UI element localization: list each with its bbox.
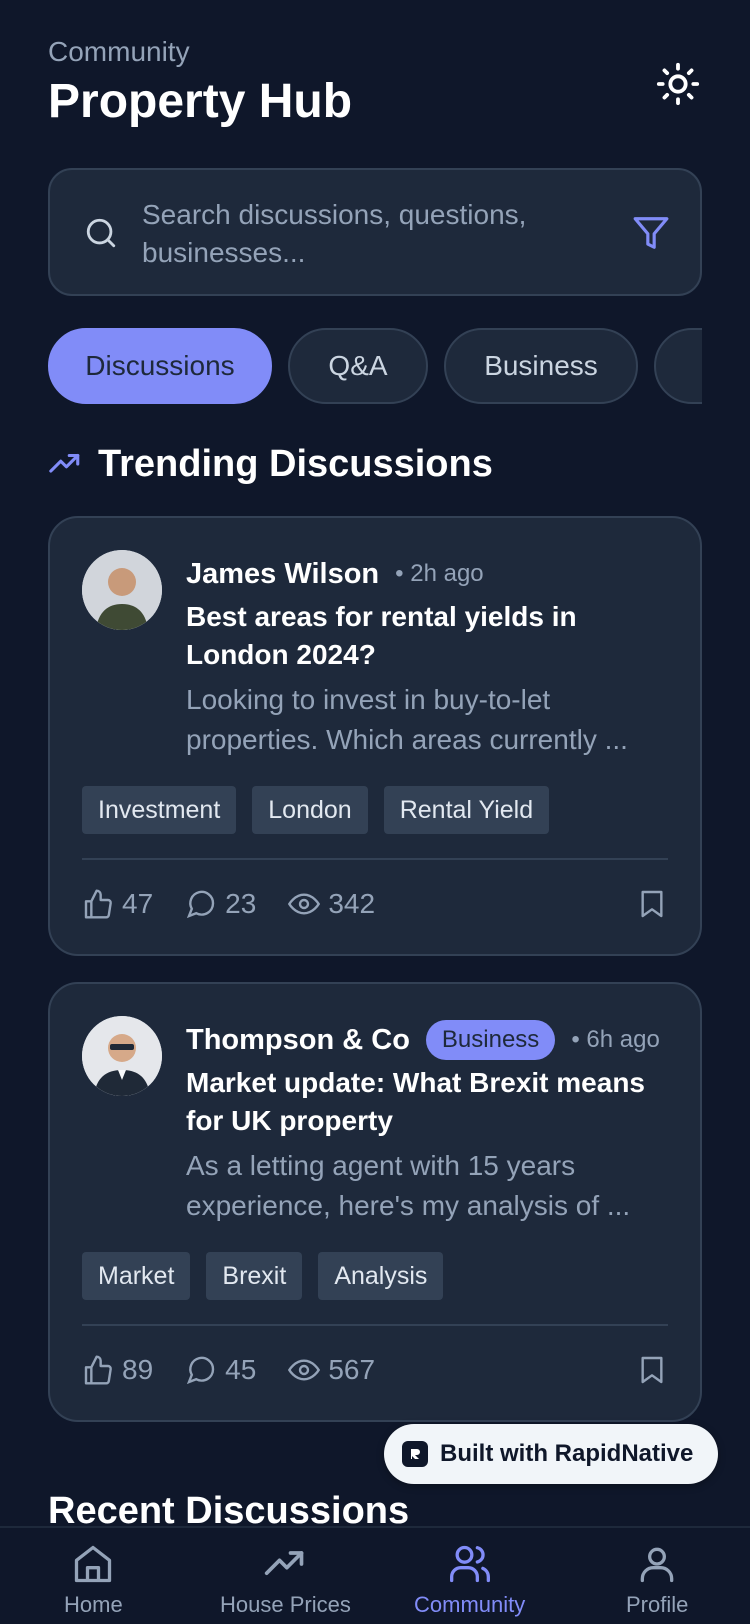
bottom-nav: Home House Prices Community Profile: [0, 1526, 750, 1624]
theme-toggle-button[interactable]: [654, 60, 702, 108]
post-title[interactable]: Best areas for rental yields in London 2…: [186, 598, 670, 674]
page-title: Property Hub: [48, 75, 353, 128]
nav-house-prices[interactable]: House Prices: [220, 1542, 351, 1618]
view-count: 342: [328, 888, 376, 919]
tab-business[interactable]: Business: [444, 328, 638, 404]
avatar[interactable]: [82, 1016, 162, 1096]
post-tags: Market Brexit Analysis: [82, 1252, 444, 1300]
tag[interactable]: Analysis: [318, 1252, 444, 1300]
nav-house-prices-label: House Prices: [220, 1592, 351, 1617]
like-button[interactable]: 47: [82, 888, 153, 920]
tab-qa[interactable]: Q&A: [288, 328, 428, 404]
tag[interactable]: London: [252, 786, 368, 834]
category-tabs: Discussions Q&A Business: [48, 328, 702, 404]
views-stat: 567: [288, 1354, 375, 1386]
trending-up-icon: [49, 453, 80, 473]
post-tags: Investment London Rental Yield: [82, 786, 550, 834]
tab-discussions[interactable]: Discussions: [48, 328, 272, 404]
post-title[interactable]: Market update: What Brexit means for UK …: [186, 1064, 670, 1140]
tag[interactable]: Market: [82, 1252, 191, 1300]
search-bar[interactable]: Search discussions, questions, businesse…: [48, 168, 702, 296]
comment-count: 23: [225, 888, 257, 919]
nav-home-label: Home: [64, 1592, 123, 1617]
tag[interactable]: Investment: [82, 786, 237, 834]
post-stats: 47 23 342: [82, 884, 668, 924]
sun-icon: [656, 62, 700, 106]
like-button[interactable]: 89: [82, 1354, 153, 1386]
nav-community[interactable]: Community: [414, 1542, 525, 1618]
home-icon: [75, 1545, 112, 1583]
post-meta: Thompson & Co Business • 6h ago: [186, 1020, 660, 1060]
built-with-label: Built with RapidNative: [440, 1440, 694, 1467]
trending-section-header: Trending Discussions: [48, 438, 493, 490]
search-input[interactable]: Search discussions, questions, businesse…: [142, 196, 562, 272]
filter-icon[interactable]: [632, 214, 670, 252]
post-meta: James Wilson • 2h ago: [186, 554, 484, 594]
post-excerpt: Looking to invest in buy-to-let properti…: [186, 684, 628, 755]
rapidnative-logo-icon: [402, 1441, 428, 1467]
post-excerpt: As a letting agent with 15 years experie…: [186, 1150, 631, 1221]
search-icon: [86, 218, 116, 248]
like-count: 47: [122, 888, 154, 919]
comment-count: 45: [225, 1354, 257, 1385]
post-stats: 89 45 567: [82, 1350, 668, 1390]
view-count: 567: [328, 1354, 376, 1385]
card-divider: [82, 1324, 668, 1326]
avatar[interactable]: [82, 550, 162, 630]
tag[interactable]: Rental Yield: [383, 786, 550, 834]
thumbs-up-icon: [84, 889, 112, 919]
thumbs-up-icon: [84, 1355, 112, 1385]
page-header: Community Property Hub: [48, 34, 702, 134]
comment-button[interactable]: 45: [185, 1354, 256, 1386]
nav-home[interactable]: Home: [64, 1542, 123, 1618]
views-stat: 342: [288, 888, 375, 920]
business-badge: Business: [425, 1020, 556, 1060]
card-divider: [82, 858, 668, 860]
discussion-card[interactable]: James Wilson • 2h ago Best areas for ren…: [48, 516, 702, 956]
eye-icon: [288, 1359, 321, 1381]
nav-profile-label: Profile: [626, 1592, 689, 1617]
author-name[interactable]: James Wilson: [186, 558, 379, 591]
users-icon: [449, 1545, 490, 1583]
nav-community-label: Community: [414, 1592, 526, 1617]
post-time: • 2h ago: [395, 560, 484, 587]
tab-more[interactable]: [654, 328, 702, 404]
discussion-card[interactable]: Thompson & Co Business • 6h ago Market u…: [48, 982, 702, 1422]
comment-button[interactable]: 23: [185, 888, 256, 920]
eye-icon: [288, 893, 321, 915]
bookmark-icon[interactable]: [636, 1354, 668, 1386]
post-time: • 6h ago: [571, 1026, 660, 1053]
nav-profile[interactable]: Profile: [626, 1542, 688, 1618]
trending-icon: [265, 1551, 304, 1575]
bookmark-icon[interactable]: [636, 888, 668, 920]
author-name[interactable]: Thompson & Co: [186, 1024, 410, 1057]
comment-icon: [187, 890, 215, 919]
page-eyebrow: Community: [48, 36, 190, 67]
like-count: 89: [122, 1354, 154, 1385]
comment-icon: [187, 1356, 215, 1385]
user-icon: [640, 1547, 674, 1583]
tag[interactable]: Brexit: [206, 1252, 303, 1300]
trending-title: Trending Discussions: [98, 442, 493, 485]
built-with-badge[interactable]: Built with RapidNative: [384, 1424, 718, 1484]
